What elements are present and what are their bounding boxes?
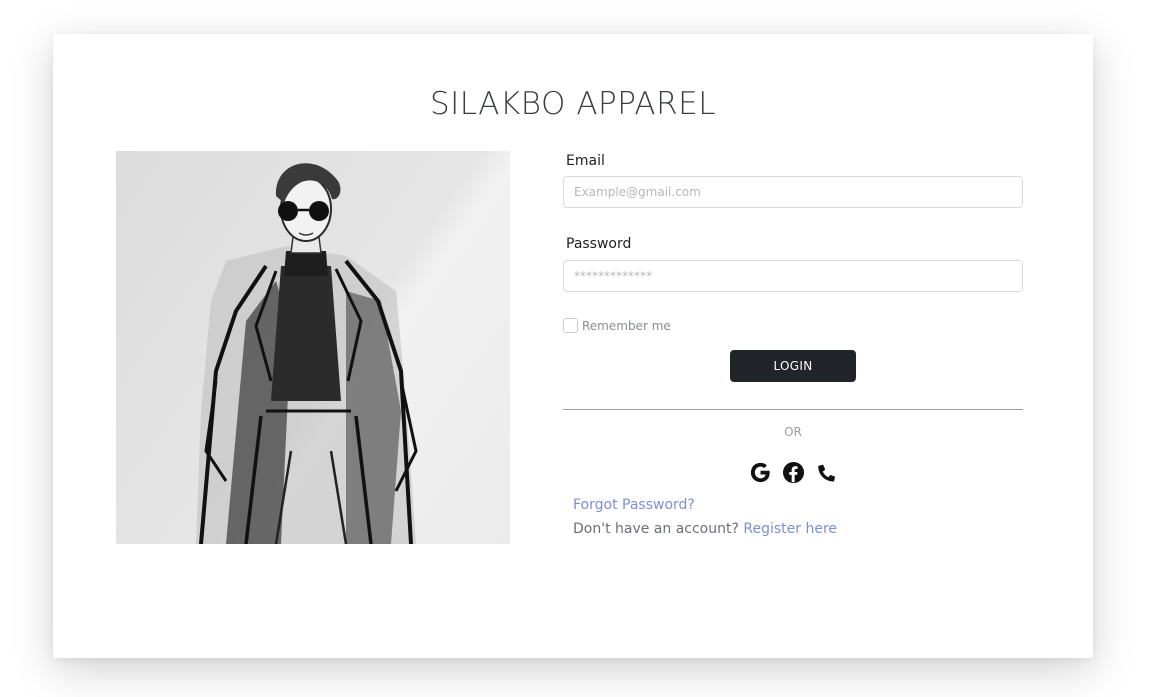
brand-title: SILAKBO APPAREL <box>429 86 717 122</box>
password-label: Password <box>566 236 632 252</box>
divider-line <box>563 409 1023 410</box>
remember-me-row[interactable]: Remember me <box>563 318 671 333</box>
login-button[interactable]: LOGIN <box>730 350 856 382</box>
no-account-text: Don't have an account? <box>573 521 739 537</box>
email-input[interactable] <box>563 176 1023 208</box>
forgot-password-link[interactable]: Forgot Password? <box>573 497 695 513</box>
fashion-illustration <box>116 151 510 544</box>
login-card: SILAKBO APPAREL Email Example@gmail.com … <box>53 34 1093 658</box>
phone-icon[interactable] <box>815 461 838 484</box>
password-input[interactable] <box>563 260 1023 292</box>
email-label: Email <box>566 153 605 169</box>
remember-me-label: Remember me <box>582 318 671 333</box>
social-login-row <box>563 461 1023 484</box>
register-link[interactable]: Register here <box>743 521 837 537</box>
or-separator: OR <box>784 425 802 439</box>
account-links: Forgot Password? Don't have an account? … <box>573 493 837 541</box>
google-icon[interactable] <box>749 461 772 484</box>
facebook-icon[interactable] <box>782 461 805 484</box>
remember-me-checkbox[interactable] <box>563 318 578 333</box>
